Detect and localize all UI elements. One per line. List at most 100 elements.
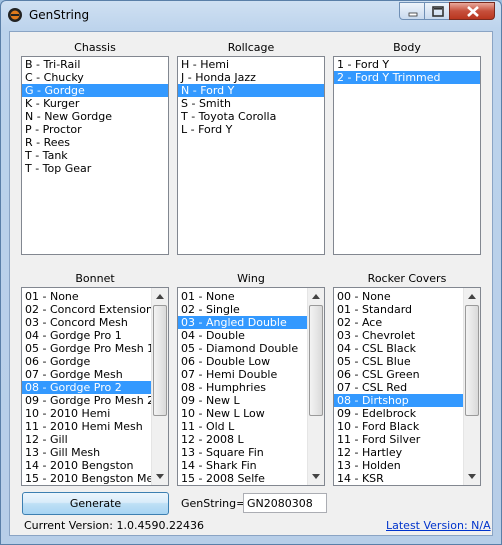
list-item[interactable]: 15 - 2008 Selfe xyxy=(178,472,307,485)
bonnet-label: Bonnet xyxy=(75,272,115,285)
list-item[interactable]: 08 - Dirtshop xyxy=(334,394,463,407)
rocker-covers-scrollbar[interactable] xyxy=(463,288,480,485)
list-item[interactable]: 09 - Gordge Pro Mesh 2 xyxy=(22,394,154,407)
body-label: Body xyxy=(393,41,421,54)
list-item[interactable]: 15 - 2010 Bengston Mesh xyxy=(22,472,166,485)
bonnet-listbox[interactable]: 01 - None 02 - Concord Extension 03 - Conc… xyxy=(21,287,169,486)
list-item[interactable]: B - Tri-Rail xyxy=(22,58,168,71)
chassis-listbox[interactable]: B - Tri-Rail C - Chucky G - Gordge K - Kurg… xyxy=(21,56,169,255)
scroll-down-arrow-icon[interactable] xyxy=(152,468,168,485)
list-item[interactable]: 1 - Ford Y xyxy=(334,58,480,71)
list-item[interactable]: R - Rees xyxy=(22,136,168,149)
close-icon xyxy=(467,6,479,17)
rollcage-listbox[interactable]: H - Hemi J - Honda Jazz N - Ford YS - Smit… xyxy=(177,56,325,255)
list-item[interactable]: 09 - New L xyxy=(178,394,307,407)
rollcage-label: Rollcage xyxy=(227,41,275,54)
list-item[interactable]: 05 - Gordge Pro Mesh 1 xyxy=(22,342,154,355)
list-item[interactable]: 02 - Single xyxy=(178,303,307,316)
list-item[interactable]: 04 - CSL Black xyxy=(334,342,463,355)
list-item[interactable]: P - Proctor xyxy=(22,123,168,136)
list-item[interactable]: 05 - CSL Blue xyxy=(334,355,463,368)
list-item[interactable]: 11 - 2010 Hemi Mesh xyxy=(22,420,151,433)
list-item[interactable]: 01 - None xyxy=(22,290,151,303)
list-item[interactable]: 07 - Hemi Double xyxy=(178,368,307,381)
title-bar[interactable]: GenString xyxy=(1,1,501,31)
list-item[interactable]: 01 - None xyxy=(178,290,307,303)
scroll-up-arrow-icon[interactable] xyxy=(308,288,324,305)
bonnet-scrollbar[interactable] xyxy=(151,288,168,485)
list-item[interactable]: T - Tank xyxy=(22,149,168,162)
list-item[interactable]: T - Toyota Corolla xyxy=(178,110,324,123)
list-item[interactable]: N - New Gordge xyxy=(22,110,168,123)
list-item[interactable]: 2 - Ford Y Trimmed xyxy=(334,71,480,84)
list-item[interactable]: 08 - Humphries xyxy=(178,381,307,394)
list-item[interactable]: 04 - Gordge Pro 1 xyxy=(22,329,151,342)
list-item[interactable]: 03 - Concord Mesh xyxy=(22,316,151,329)
window-title: GenString xyxy=(29,8,90,22)
list-item[interactable]: 09 - Edelbrock xyxy=(334,407,463,420)
generate-button[interactable]: Generate xyxy=(22,492,169,515)
list-item[interactable]: 14 - KSR xyxy=(334,472,463,485)
maximize-button[interactable] xyxy=(424,2,450,20)
list-item[interactable]: N - Ford Y xyxy=(178,84,324,97)
scroll-up-arrow-icon[interactable] xyxy=(464,288,480,305)
form-client-area: Chassis B - Tri-Rail C - Chucky G - Gordge… xyxy=(9,31,493,536)
list-item[interactable]: 13 - Gill Mesh xyxy=(22,446,151,459)
list-item[interactable]: 02 - Ace xyxy=(334,316,463,329)
list-item[interactable]: 00 - None xyxy=(334,290,463,303)
list-item[interactable]: 13 - Holden xyxy=(334,459,463,472)
list-item[interactable]: H - Hemi xyxy=(178,58,324,71)
maximize-icon xyxy=(432,6,444,17)
list-item[interactable]: S - Smith xyxy=(178,97,324,110)
rocker-covers-listbox[interactable]: 00 - None 01 - Standard 02 - Ace 03 - Chevr… xyxy=(333,287,481,486)
list-item[interactable]: 11 - Old L xyxy=(178,420,307,433)
list-item[interactable]: 06 - CSL Green xyxy=(334,368,463,381)
app-icon[interactable] xyxy=(7,7,23,23)
list-item[interactable]: C - Chucky xyxy=(22,71,168,84)
wing-listbox[interactable]: 01 - None 02 - Single 03 - Angled Double 04… xyxy=(177,287,325,486)
scrollbar-thumb[interactable] xyxy=(309,305,323,416)
latest-version-link[interactable]: Latest Version: N/A xyxy=(386,519,491,532)
list-item[interactable]: 07 - CSL Red xyxy=(334,381,463,394)
list-item[interactable]: T - Top Gear xyxy=(22,162,168,175)
scroll-down-arrow-icon[interactable] xyxy=(464,468,480,485)
list-item[interactable]: K - Kurger xyxy=(22,97,168,110)
genstring-field[interactable] xyxy=(243,493,327,513)
list-item[interactable]: 07 - Gordge Mesh xyxy=(22,368,151,381)
rocker-covers-label: Rocker Covers xyxy=(367,272,447,285)
list-item[interactable]: 12 - Gill xyxy=(22,433,151,446)
list-item[interactable]: 13 - Square Fin xyxy=(178,446,307,459)
body-listbox[interactable]: 1 - Ford Y2 - Ford Y Trimmed xyxy=(333,56,481,255)
list-item[interactable]: 10 - 2010 Hemi xyxy=(22,407,151,420)
list-item[interactable]: 12 - Hartley xyxy=(334,446,463,459)
list-item[interactable]: 06 - Gordge xyxy=(22,355,151,368)
wing-scrollbar[interactable] xyxy=(307,288,324,485)
scroll-down-arrow-icon[interactable] xyxy=(308,468,324,485)
scrollbar-thumb[interactable] xyxy=(465,305,479,416)
list-item[interactable]: 14 - 2010 Bengston xyxy=(22,459,151,472)
list-item[interactable]: 03 - Angled Double xyxy=(178,316,307,329)
list-item[interactable]: 06 - Double Low xyxy=(178,355,307,368)
list-item[interactable]: 11 - Ford Silver xyxy=(334,433,463,446)
list-item[interactable]: 01 - Standard xyxy=(334,303,463,316)
list-item[interactable]: L - Ford Y xyxy=(178,123,324,136)
list-item[interactable]: 03 - Chevrolet xyxy=(334,329,463,342)
minimize-button[interactable] xyxy=(399,2,425,20)
list-item[interactable]: 10 - New L Low xyxy=(178,407,307,420)
wing-label: Wing xyxy=(237,272,265,285)
main-window: GenString Chassis B - Tri-Rail C - Chucky… xyxy=(0,0,502,545)
list-item[interactable]: 05 - Diamond Double xyxy=(178,342,307,355)
close-button[interactable] xyxy=(449,2,495,20)
list-item[interactable]: 12 - 2008 L xyxy=(178,433,307,446)
list-item[interactable]: 04 - Double xyxy=(178,329,307,342)
list-item[interactable]: 14 - Shark Fin xyxy=(178,459,307,472)
scroll-up-arrow-icon[interactable] xyxy=(152,288,168,305)
list-item[interactable]: 02 - Concord Extension xyxy=(22,303,153,316)
list-item[interactable]: G - Gordge xyxy=(22,84,168,97)
list-item[interactable]: 08 - Gordge Pro 2 xyxy=(22,381,151,394)
list-item[interactable]: J - Honda Jazz xyxy=(178,71,324,84)
genstring-label: GenString= xyxy=(181,497,246,510)
scrollbar-thumb[interactable] xyxy=(153,305,167,416)
list-item[interactable]: 10 - Ford Black xyxy=(334,420,463,433)
current-version-text: Current Version: 1.0.4590.22436 xyxy=(24,519,204,532)
